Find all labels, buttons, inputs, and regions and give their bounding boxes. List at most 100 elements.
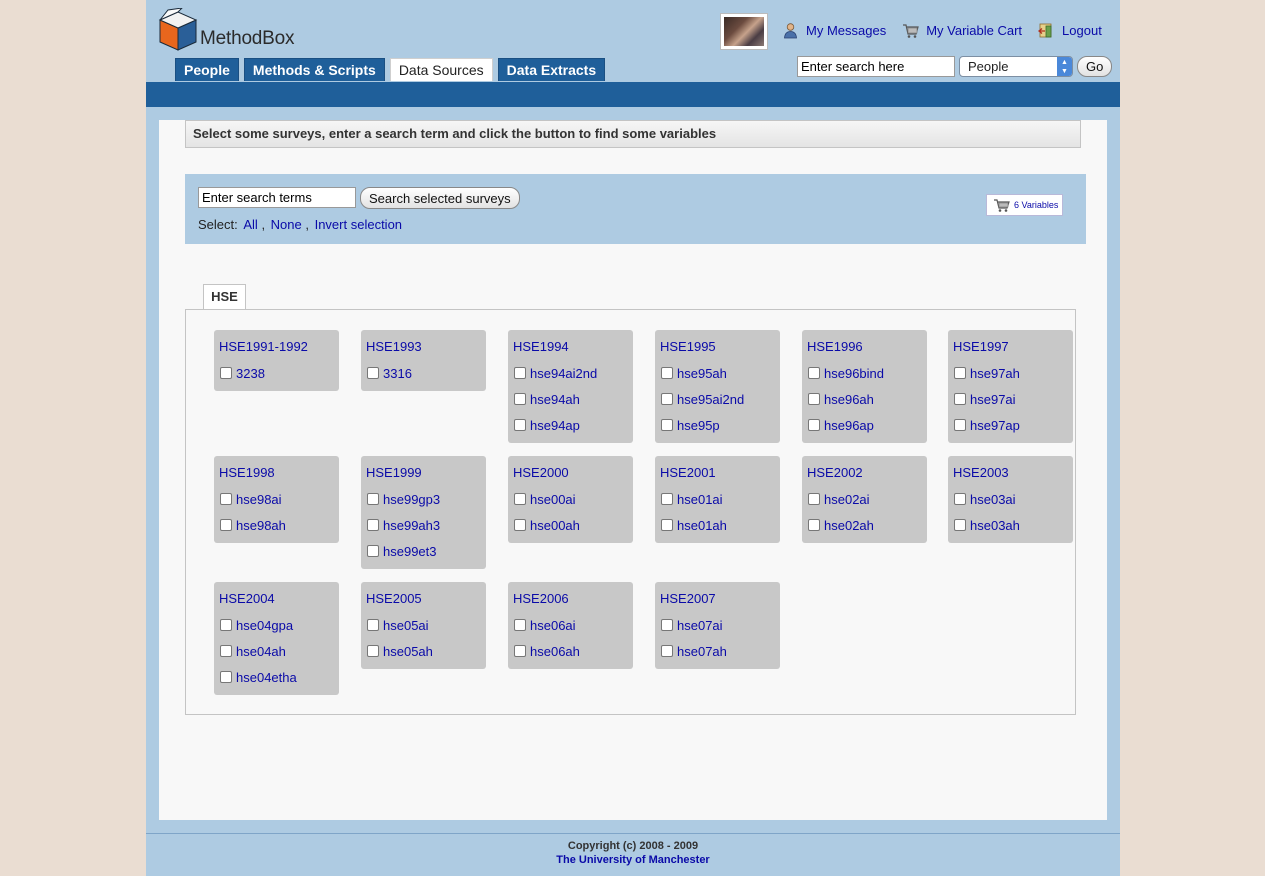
dataset-link[interactable]: hse96ap [824,418,874,433]
search-scope-select[interactable]: People ▲ ▼ [959,56,1073,77]
dataset-checkbox[interactable] [367,519,379,531]
dataset-link[interactable]: hse02ai [824,492,870,507]
survey-title-link[interactable]: HSE2000 [513,465,628,481]
dataset-checkbox[interactable] [367,619,379,631]
dataset-checkbox[interactable] [220,671,232,683]
tab-methods-scripts[interactable]: Methods & Scripts [243,58,385,81]
dataset-link[interactable]: hse04ah [236,644,286,659]
invert-selection-link[interactable]: Invert selection [315,217,402,232]
dataset-link[interactable]: hse94ai2nd [530,366,597,381]
dataset-link[interactable]: hse95ai2nd [677,392,744,407]
dataset-link[interactable]: 3316 [383,366,412,381]
dataset-link[interactable]: hse06ah [530,644,580,659]
dataset-checkbox[interactable] [661,493,673,505]
dataset-link[interactable]: hse05ai [383,618,429,633]
tab-hse[interactable]: HSE [203,284,246,309]
dataset-link[interactable]: hse06ai [530,618,576,633]
dataset-link[interactable]: hse97ap [970,418,1020,433]
dataset-checkbox[interactable] [954,367,966,379]
dataset-link[interactable]: hse95ah [677,366,727,381]
dataset-checkbox[interactable] [220,519,232,531]
dataset-checkbox[interactable] [954,493,966,505]
my-messages-link[interactable]: My Messages [782,22,886,39]
dataset-checkbox[interactable] [514,419,526,431]
survey-title-link[interactable]: HSE1995 [660,339,775,355]
dataset-link[interactable]: hse03ai [970,492,1016,507]
search-terms-input[interactable] [198,187,356,208]
dataset-link[interactable]: hse01ai [677,492,723,507]
tab-data-sources[interactable]: Data Sources [389,58,493,81]
logo[interactable]: MethodBox [158,8,295,52]
dataset-link[interactable]: hse04etha [236,670,297,685]
survey-title-link[interactable]: HSE1999 [366,465,481,481]
avatar[interactable] [720,13,768,50]
dataset-checkbox[interactable] [514,393,526,405]
dataset-link[interactable]: hse07ah [677,644,727,659]
dataset-checkbox[interactable] [954,393,966,405]
dataset-checkbox[interactable] [220,367,232,379]
select-all-link[interactable]: All [243,217,257,232]
survey-title-link[interactable]: HSE1991-1992 [219,339,334,355]
dataset-checkbox[interactable] [367,545,379,557]
logout-link[interactable]: Logout [1038,22,1102,39]
dataset-checkbox[interactable] [808,519,820,531]
dataset-link[interactable]: hse04gpa [236,618,293,633]
dataset-checkbox[interactable] [661,367,673,379]
dataset-checkbox[interactable] [954,519,966,531]
go-button[interactable]: Go [1077,56,1113,77]
survey-title-link[interactable]: HSE2005 [366,591,481,607]
survey-title-link[interactable]: HSE2007 [660,591,775,607]
dataset-checkbox[interactable] [220,493,232,505]
dataset-link[interactable]: hse99ah3 [383,518,440,533]
dataset-checkbox[interactable] [514,493,526,505]
survey-title-link[interactable]: HSE2003 [953,465,1068,481]
survey-title-link[interactable]: HSE1997 [953,339,1068,355]
dataset-link[interactable]: hse97ai [970,392,1016,407]
dataset-checkbox[interactable] [220,619,232,631]
dataset-link[interactable]: hse07ai [677,618,723,633]
global-search-input[interactable] [797,56,955,77]
survey-title-link[interactable]: HSE1998 [219,465,334,481]
dataset-checkbox[interactable] [661,419,673,431]
dataset-checkbox[interactable] [514,645,526,657]
university-link[interactable]: The University of Manchester [146,854,1120,866]
dataset-checkbox[interactable] [808,493,820,505]
dataset-link[interactable]: hse99gp3 [383,492,440,507]
dataset-link[interactable]: hse94ap [530,418,580,433]
survey-title-link[interactable]: HSE2004 [219,591,334,607]
dataset-checkbox[interactable] [808,367,820,379]
dataset-link[interactable]: hse95p [677,418,720,433]
dataset-link[interactable]: 3238 [236,366,265,381]
dataset-checkbox[interactable] [954,419,966,431]
dataset-checkbox[interactable] [514,619,526,631]
dataset-link[interactable]: hse00ah [530,518,580,533]
dataset-checkbox[interactable] [220,645,232,657]
dataset-link[interactable]: hse99et3 [383,544,437,559]
dataset-checkbox[interactable] [514,367,526,379]
dataset-checkbox[interactable] [661,645,673,657]
dataset-checkbox[interactable] [514,519,526,531]
variable-cart-button[interactable]: 6 Variables [986,194,1063,216]
dataset-checkbox[interactable] [661,393,673,405]
survey-title-link[interactable]: HSE1993 [366,339,481,355]
dataset-link[interactable]: hse00ai [530,492,576,507]
survey-title-link[interactable]: HSE1994 [513,339,628,355]
dataset-link[interactable]: hse96ah [824,392,874,407]
dataset-link[interactable]: hse96bind [824,366,884,381]
select-none-link[interactable]: None [271,217,302,232]
dataset-link[interactable]: hse03ah [970,518,1020,533]
dataset-link[interactable]: hse01ah [677,518,727,533]
dataset-checkbox[interactable] [367,493,379,505]
dataset-checkbox[interactable] [808,393,820,405]
dataset-link[interactable]: hse98ai [236,492,282,507]
dataset-link[interactable]: hse98ah [236,518,286,533]
tab-people[interactable]: People [175,58,239,81]
survey-title-link[interactable]: HSE2006 [513,591,628,607]
dataset-link[interactable]: hse05ah [383,644,433,659]
dataset-link[interactable]: hse02ah [824,518,874,533]
dataset-checkbox[interactable] [661,619,673,631]
dataset-checkbox[interactable] [367,367,379,379]
dataset-link[interactable]: hse94ah [530,392,580,407]
survey-title-link[interactable]: HSE2001 [660,465,775,481]
dataset-checkbox[interactable] [367,645,379,657]
